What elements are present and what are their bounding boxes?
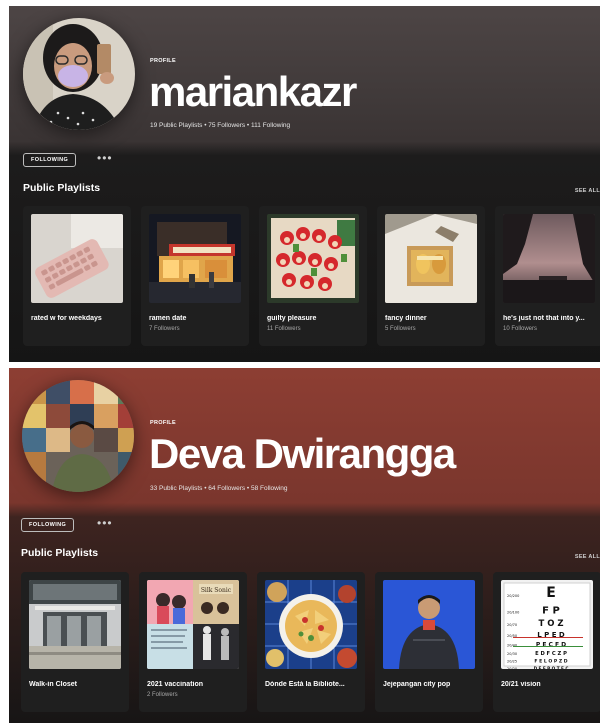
- profile-avatar: [22, 380, 134, 492]
- playlist-card[interactable]: fancy dinner 5 Followers: [377, 206, 485, 346]
- section-title-public-playlists: Public Playlists: [21, 547, 99, 559]
- playlist-cover-dusk-sky: [503, 214, 595, 303]
- playlist-subtitle: 10 Followers: [503, 326, 538, 332]
- playlist-cover-building: [29, 580, 121, 669]
- playlist-card[interactable]: Silk Sonic 2021 vaccination 2 Followers: [139, 572, 247, 712]
- more-options-button[interactable]: •••: [97, 151, 113, 165]
- playlist-card[interactable]: Jejepangan city pop: [375, 572, 483, 712]
- playlist-title: guilty pleasure: [267, 315, 317, 322]
- playlist-title: fancy dinner: [385, 315, 427, 322]
- playlist-cover-keyboard: [31, 214, 123, 303]
- profile-type-label: PROFILE: [150, 420, 176, 426]
- playlist-card[interactable]: 20/200 E 20/100 F P 20/70 T O Z 20/50 L P E D 20…: [493, 572, 600, 712]
- profile-panel-deva-dwirangga: PROFILE Deva Dwirangga 33 Public Playlis…: [9, 368, 600, 723]
- playlist-subtitle: 7 Followers: [149, 326, 180, 332]
- playlist-title: 2021 vaccination: [147, 681, 204, 688]
- profile-stats: 33 Public Playlists • 64 Followers • 58 …: [150, 485, 288, 492]
- playlist-title: he's just not that into y...: [503, 315, 585, 322]
- section-title-public-playlists: Public Playlists: [23, 182, 101, 194]
- profile-name: Deva Dwirangga: [149, 430, 456, 477]
- playlist-cover-person-blue: [383, 580, 475, 669]
- more-options-button[interactable]: •••: [97, 516, 113, 530]
- playlist-row: Walk-in Closet Silk Sonic 2021 vaccinati…: [21, 572, 600, 712]
- playlist-title: ramen date: [149, 315, 187, 322]
- playlist-subtitle: 5 Followers: [385, 326, 416, 332]
- playlist-card[interactable]: he's just not that into y... 10 Follower…: [495, 206, 600, 346]
- playlist-subtitle: 11 Followers: [267, 326, 301, 332]
- profile-stats: 19 Public Playlists • 75 Followers • 111…: [150, 122, 291, 129]
- following-button[interactable]: FOLLOWING: [21, 518, 75, 532]
- profile-avatar: [23, 18, 135, 130]
- bag-label-text: Silk Sonic: [201, 587, 232, 594]
- playlist-cover-nachos: [265, 580, 357, 669]
- profile-panel-mariankazr: PROFILE mariankazr 19 Public Playlists •…: [9, 6, 600, 362]
- playlist-subtitle: 2 Followers: [147, 692, 178, 698]
- playlist-card[interactable]: rated w for weekdays: [23, 206, 131, 346]
- see-all-link[interactable]: SEE ALL: [575, 554, 600, 560]
- playlist-card[interactable]: Walk-in Closet: [21, 572, 129, 712]
- playlist-card[interactable]: guilty pleasure 11 Followers: [259, 206, 367, 346]
- playlist-card[interactable]: Dónde Está la Bibliote...: [257, 572, 365, 712]
- playlist-title: Jejepangan city pop: [383, 681, 451, 688]
- profile-header: PROFILE mariankazr 19 Public Playlists •…: [9, 6, 600, 138]
- see-all-link[interactable]: SEE ALL: [575, 188, 600, 194]
- playlist-cover-eye-chart: 20/200 E 20/100 F P 20/70 T O Z 20/50 L P E D 20…: [501, 580, 593, 669]
- playlist-title: rated w for weekdays: [31, 315, 102, 322]
- profile-header: PROFILE Deva Dwirangga 33 Public Playlis…: [9, 368, 600, 500]
- playlist-cover-dolls-box: [267, 214, 359, 303]
- profile-type-label: PROFILE: [150, 58, 176, 64]
- playlist-title: Dónde Está la Bibliote...: [265, 681, 345, 688]
- playlist-cover-ramen-shop: [149, 214, 241, 303]
- playlist-row: rated w for weekdays ramen date 7 Follow…: [23, 206, 600, 346]
- playlist-cover-collage: Silk Sonic: [147, 580, 239, 669]
- playlist-title: 20/21 vision: [501, 681, 541, 688]
- profile-name: mariankazr: [149, 68, 357, 115]
- playlist-card[interactable]: ramen date 7 Followers: [141, 206, 249, 346]
- playlist-title: Walk-in Closet: [29, 681, 77, 688]
- playlist-cover-food-box: [385, 214, 477, 303]
- following-button[interactable]: FOLLOWING: [23, 153, 77, 167]
